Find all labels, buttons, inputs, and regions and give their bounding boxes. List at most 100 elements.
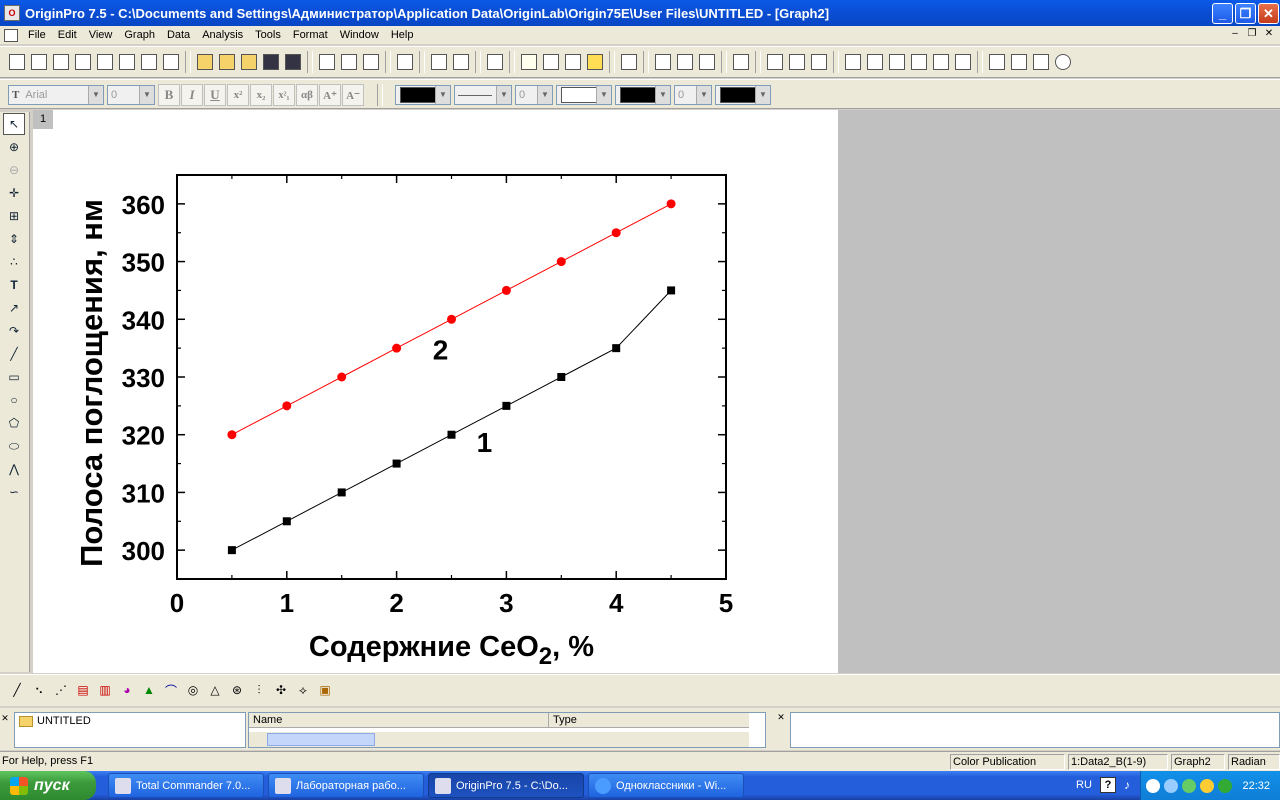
font-size-chevron-icon[interactable]: ▼ — [139, 86, 154, 104]
screen-reader-icon[interactable]: ✛ — [3, 182, 25, 204]
italic-button[interactable]: I — [181, 84, 203, 106]
task-word-doc[interactable]: Лабораторная рабо... — [268, 773, 424, 798]
freehand-tool-icon[interactable]: ∽ — [3, 481, 25, 503]
language-indicator[interactable]: RU — [1076, 779, 1092, 791]
duplicate-icon[interactable] — [450, 51, 472, 73]
data-selector-icon[interactable]: ⇕ — [3, 228, 25, 250]
column-header-type[interactable]: Type — [549, 713, 749, 728]
menu-analysis[interactable]: Analysis — [196, 26, 249, 44]
line-width-chevron-icon[interactable]: ▼ — [537, 86, 552, 104]
font-size-combo[interactable]: 0 ▼ — [107, 85, 155, 105]
task-browser[interactable]: Одноклассники - Wi... — [588, 773, 744, 798]
axis-insert-icon[interactable] — [952, 51, 974, 73]
project-explorer-icon[interactable] — [484, 51, 506, 73]
pattern-color-chevron-icon[interactable]: ▼ — [655, 86, 670, 104]
horizontal-scrollbar[interactable] — [249, 732, 749, 747]
font-combo[interactable]: T Arial ▼ — [8, 85, 104, 105]
smith-chart-icon[interactable]: ⊛ — [226, 679, 248, 701]
region-tool-icon[interactable]: ⬭ — [3, 435, 25, 457]
refresh-icon[interactable] — [428, 51, 450, 73]
whole-page-icon[interactable] — [696, 51, 718, 73]
maximize-button[interactable]: ❐ — [1235, 3, 1256, 24]
menu-graph[interactable]: Graph — [118, 26, 161, 44]
help-icon[interactable]: ? — [1100, 777, 1116, 793]
open-template-icon[interactable] — [216, 51, 238, 73]
area-plot-icon[interactable]: ▲ — [138, 679, 160, 701]
menu-window[interactable]: Window — [334, 26, 385, 44]
results-pane[interactable] — [790, 712, 1280, 748]
log-close-icon[interactable]: ✕ — [774, 712, 788, 748]
curved-arrow-tool-icon[interactable]: ↷ — [3, 320, 25, 342]
fill-color-chevron-icon[interactable]: ▼ — [596, 86, 611, 104]
pointer-tool-icon[interactable]: ↖ — [3, 113, 25, 135]
polar-plot-icon[interactable]: ◎ — [182, 679, 204, 701]
line-style-combo[interactable]: ▼ — [454, 85, 512, 105]
color-scale-icon[interactable] — [1008, 51, 1030, 73]
arrow-tool-icon[interactable]: ↗ — [3, 297, 25, 319]
legend-icon[interactable] — [986, 51, 1008, 73]
data-reader-icon[interactable]: ⊞ — [3, 205, 25, 227]
new-excel-icon[interactable] — [50, 51, 72, 73]
axis-linked-icon[interactable] — [930, 51, 952, 73]
new-worksheet-icon[interactable] — [28, 51, 50, 73]
menu-edit[interactable]: Edit — [52, 26, 83, 44]
tray-printer-icon[interactable] — [1182, 778, 1197, 793]
tray-back-icon[interactable] — [1146, 778, 1161, 793]
explorer-close-icon[interactable]: ✕ — [0, 712, 10, 748]
superscript-button[interactable]: x² — [227, 84, 249, 106]
menu-file[interactable]: File — [22, 26, 52, 44]
underline-button[interactable]: U — [204, 84, 226, 106]
pie-chart-icon[interactable]: ◕ — [116, 679, 138, 701]
line-style-chevron-icon[interactable]: ▼ — [496, 86, 511, 104]
graph-document-icon[interactable] — [4, 28, 18, 42]
text-tool-icon[interactable]: T — [3, 274, 25, 296]
layer-icon-icon[interactable] — [1030, 51, 1052, 73]
column-header-name[interactable]: Name — [249, 713, 549, 728]
circle-tool-icon[interactable]: ○ — [3, 389, 25, 411]
results-log-icon[interactable] — [518, 51, 540, 73]
axis-top-icon[interactable] — [864, 51, 886, 73]
tray-microphone-icon[interactable]: ♪ — [1124, 778, 1130, 792]
file-list[interactable]: Name Type — [248, 712, 766, 748]
polygon-tool-icon[interactable]: ⬠ — [3, 412, 25, 434]
line-tool-icon[interactable]: ╱ — [3, 343, 25, 365]
fill-area-icon[interactable]: ⌒ — [160, 679, 182, 701]
menu-help[interactable]: Help — [385, 26, 420, 44]
axis-right-icon[interactable] — [886, 51, 908, 73]
fill-color-combo[interactable]: ▼ — [556, 85, 612, 105]
font-color-chevron-icon[interactable]: ▼ — [755, 86, 770, 104]
decrease-font-button[interactable]: A⁻ — [342, 84, 364, 106]
layer-tab-1[interactable]: 1 — [33, 110, 53, 129]
pattern-color-combo[interactable]: ▼ — [615, 85, 671, 105]
rescale-icon[interactable] — [730, 51, 752, 73]
vector-plot-icon[interactable]: ⫶ — [248, 679, 270, 701]
menu-data[interactable]: Data — [161, 26, 196, 44]
open-icon[interactable] — [194, 51, 216, 73]
draw-data-icon[interactable]: ∴ — [3, 251, 25, 273]
font-color-combo[interactable]: ▼ — [715, 85, 771, 105]
timestamp-icon[interactable] — [1052, 51, 1074, 73]
folder-tree[interactable]: UNTITLED — [14, 712, 246, 748]
rectangle-tool-icon[interactable]: ▭ — [3, 366, 25, 388]
menu-tools[interactable]: Tools — [249, 26, 287, 44]
close-button[interactable]: ✕ — [1258, 3, 1279, 24]
new-layout-icon[interactable] — [138, 51, 160, 73]
save-icon[interactable] — [260, 51, 282, 73]
new-function-icon[interactable] — [116, 51, 138, 73]
child-close-icon[interactable]: ✕ — [1262, 28, 1276, 41]
menu-format[interactable]: Format — [287, 26, 334, 44]
task-total-commander[interactable]: Total Commander 7.0... — [108, 773, 264, 798]
font-dropdown-chevron-icon[interactable]: ▼ — [88, 86, 103, 104]
minimize-button[interactable]: _ — [1212, 3, 1233, 24]
origin-app-icon[interactable]: O — [4, 5, 20, 21]
axis-bottom-left-icon[interactable] — [842, 51, 864, 73]
zoom-in-tool-icon[interactable]: ⊕ — [3, 136, 25, 158]
new-notes-icon[interactable] — [160, 51, 182, 73]
pattern-width-chevron-icon[interactable]: ▼ — [696, 86, 711, 104]
import-multiple-icon[interactable] — [338, 51, 360, 73]
line-color-chevron-icon[interactable]: ▼ — [435, 86, 450, 104]
import-wizard-icon[interactable] — [360, 51, 382, 73]
scrollbar-thumb[interactable] — [267, 733, 375, 746]
axis-box-icon[interactable] — [908, 51, 930, 73]
menu-view[interactable]: View — [83, 26, 119, 44]
